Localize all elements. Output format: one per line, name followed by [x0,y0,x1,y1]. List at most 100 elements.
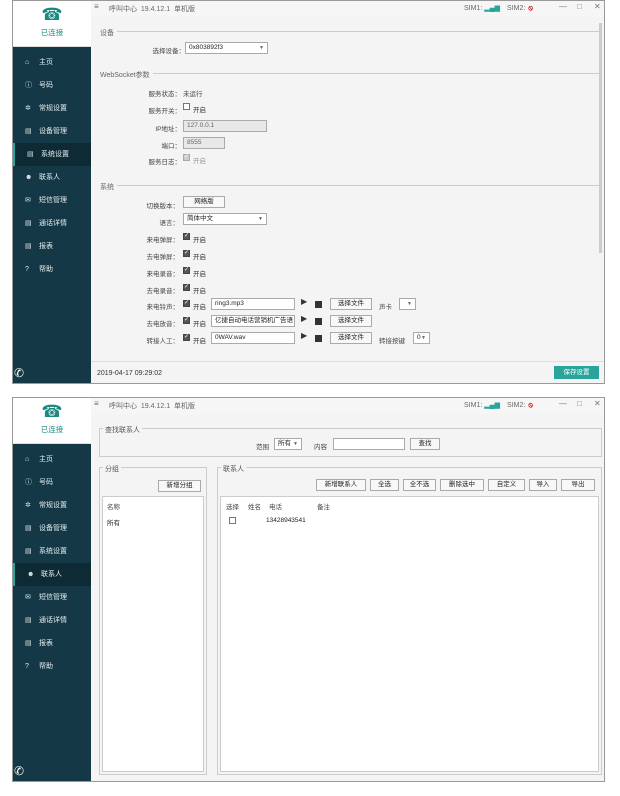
info-icon: ⓘ [25,82,32,89]
import-button[interactable]: 导入 [529,479,557,491]
ws-status-label: 服务状态： [148,91,182,98]
close-icon[interactable]: ✕ [594,399,601,408]
sidebar-item-3[interactable]: ▤ 设备管理 [13,517,91,540]
phone-handset-icon[interactable]: ✆ [14,366,24,380]
chevron-down-icon: ▼ [407,301,412,307]
sidebar-item-label: 通话详情 [39,220,67,227]
log-checkbox[interactable] [183,153,190,161]
ringtone-checkbox[interactable] [183,299,190,307]
outgoing-audio-label: 去电放音： [146,321,180,328]
list-icon: ▤ [25,548,32,555]
list-icon: ▤ [25,525,32,532]
sidebar-item-9[interactable]: ? 帮助 [13,258,91,281]
log-label: 服务日志： [148,159,182,166]
ringtone-file-field[interactable]: ring3.mp3 [211,298,295,310]
chevron-down-icon: ▼ [259,45,264,51]
outgoing-audio-file-field[interactable]: 亿捷自动电话营销机广告语 [211,315,295,327]
scrollbar[interactable] [599,23,602,253]
sidebar-item-label: 帮助 [39,663,53,670]
sidebar-item-8[interactable]: ▤ 报表 [13,632,91,655]
websocket-group: WebSocket参数 [97,70,599,80]
select-column-header: 选择 [226,504,239,511]
settings-screen: ☎ 已连接 ⌂ 主页 ⓘ 号码 ✲ 常规设置 ▤ 设备管理 ▤ 系统设置 ☻ 联系人 ✉ 短信管理 ▤ 通话详… [12,0,605,384]
ws-switch-checkbox[interactable] [183,103,190,110]
port-field[interactable]: 8555 [183,137,225,149]
ip-field[interactable]: 127.0.0.1 [183,120,267,132]
sidebar-item-2[interactable]: ✲ 常规设置 [13,97,91,120]
group-item[interactable]: 所有 [107,517,120,527]
range-select[interactable]: 所有 ▼ [274,438,302,450]
contacts-table: 选择 姓名 电话 备注 13428943541 [220,496,599,772]
incoming-record-label: 来电录音： [146,271,180,278]
menu-icon[interactable]: ≡ [94,2,99,11]
sidebar-item-0[interactable]: ⌂ 主页 [13,51,91,74]
maximize-icon[interactable]: □ [577,2,582,11]
device-select[interactable]: 0x803892f3 ▼ [185,42,268,54]
sidebar-item-7[interactable]: ▤ 通话详情 [13,609,91,632]
ip-label: IP地址： [155,126,181,133]
language-select[interactable]: 简体中文 ▼ [183,213,267,225]
content-label: 内容 [314,444,327,451]
add-group-button[interactable]: 新增分组 [158,480,201,492]
play-icon[interactable]: ▶ [301,314,307,323]
sidebar-item-2[interactable]: ✲ 常规设置 [13,494,91,517]
phone-handset-icon[interactable]: ✆ [14,764,24,778]
ringtone-choose-file-button[interactable]: 选择文件 [330,298,372,310]
sidebar-item-5[interactable]: ☻ 联系人 [13,166,91,189]
select-all-button[interactable]: 全选 [370,479,399,491]
sidebar-item-8[interactable]: ▤ 报表 [13,235,91,258]
sidebar-item-label: 设备管理 [39,128,67,135]
save-settings-button[interactable]: 保存设置 [554,366,599,379]
play-icon[interactable]: ▶ [301,331,307,340]
row-select-checkbox[interactable] [229,517,236,524]
incoming-popup-checkbox[interactable] [183,232,190,240]
outgoing-audio-checkbox[interactable] [183,316,190,324]
network-version-button[interactable]: 网络版 [183,196,225,208]
select-none-button[interactable]: 全不选 [403,479,436,491]
menu-icon[interactable]: ≡ [94,399,99,408]
search-button[interactable]: 查找 [410,438,440,450]
incoming-record-checkbox[interactable] [183,266,190,274]
sidebar: ☎ 已连接 ⌂ 主页 ⓘ 号码 ✲ 常规设置 ▤ 设备管理 ▤ 系统设置 ☻ 联系人 ✉ 短信管理 ▤ 通话详… [13,1,91,383]
transfer-file-field[interactable]: 0WAV.wav [211,332,295,344]
sidebar-item-5[interactable]: ☻ 联系人 [13,563,91,586]
soundcard-select[interactable]: ▼ [399,298,416,310]
minimize-icon[interactable]: — [559,2,567,11]
maximize-icon[interactable]: □ [577,399,582,408]
delete-selected-button[interactable]: 删除选中 [440,479,484,491]
sidebar-item-label: 报表 [39,243,53,250]
sim1-label: SIM1: [464,402,483,409]
sidebar-item-6[interactable]: ✉ 短信管理 [13,586,91,609]
list-icon: ▤ [25,243,32,250]
custom-button[interactable]: 自定义 [488,479,525,491]
sidebar-item-0[interactable]: ⌂ 主页 [13,448,91,471]
close-icon[interactable]: ✕ [594,2,601,11]
sidebar-item-7[interactable]: ▤ 通话详情 [13,212,91,235]
outgoing-popup-checkbox[interactable] [183,249,190,257]
stop-icon[interactable] [315,301,322,308]
content-search-input[interactable] [333,438,405,450]
sidebar-item-4[interactable]: ▤ 系统设置 [13,540,91,563]
sidebar-item-1[interactable]: ⓘ 号码 [13,471,91,494]
sidebar-item-label: 主页 [39,59,53,66]
transfer-key-select[interactable]: 0 ▼ [413,332,430,344]
mail-icon: ✉ [25,197,31,204]
transfer-choose-file-button[interactable]: 选择文件 [330,332,372,344]
sidebar-item-4[interactable]: ▤ 系统设置 [13,143,91,166]
contacts-panel: 联系人 新增联系人 全选 全不选 删除选中 自定义 导入 导出 选择 姓名 电话… [217,464,602,775]
add-contact-button[interactable]: 新增联系人 [316,479,366,491]
stop-icon[interactable] [315,318,322,325]
outgoing-record-checkbox[interactable] [183,283,190,291]
outgoing-audio-choose-file-button[interactable]: 选择文件 [330,315,372,327]
play-icon[interactable]: ▶ [301,297,307,306]
minimize-icon[interactable]: — [559,399,567,408]
sidebar-item-3[interactable]: ▤ 设备管理 [13,120,91,143]
title-bar: ≡ 呼叫中心 19.4.12.1 单机版 SIM1: ▂▄▆ SIM2: ⦸ — □ … [91,398,604,414]
export-button[interactable]: 导出 [561,479,595,491]
chevron-down-icon: ▼ [421,335,426,341]
sidebar-item-9[interactable]: ? 帮助 [13,655,91,678]
sidebar-item-6[interactable]: ✉ 短信管理 [13,189,91,212]
transfer-checkbox[interactable] [183,333,190,341]
sidebar-item-1[interactable]: ⓘ 号码 [13,74,91,97]
stop-icon[interactable] [315,335,322,342]
